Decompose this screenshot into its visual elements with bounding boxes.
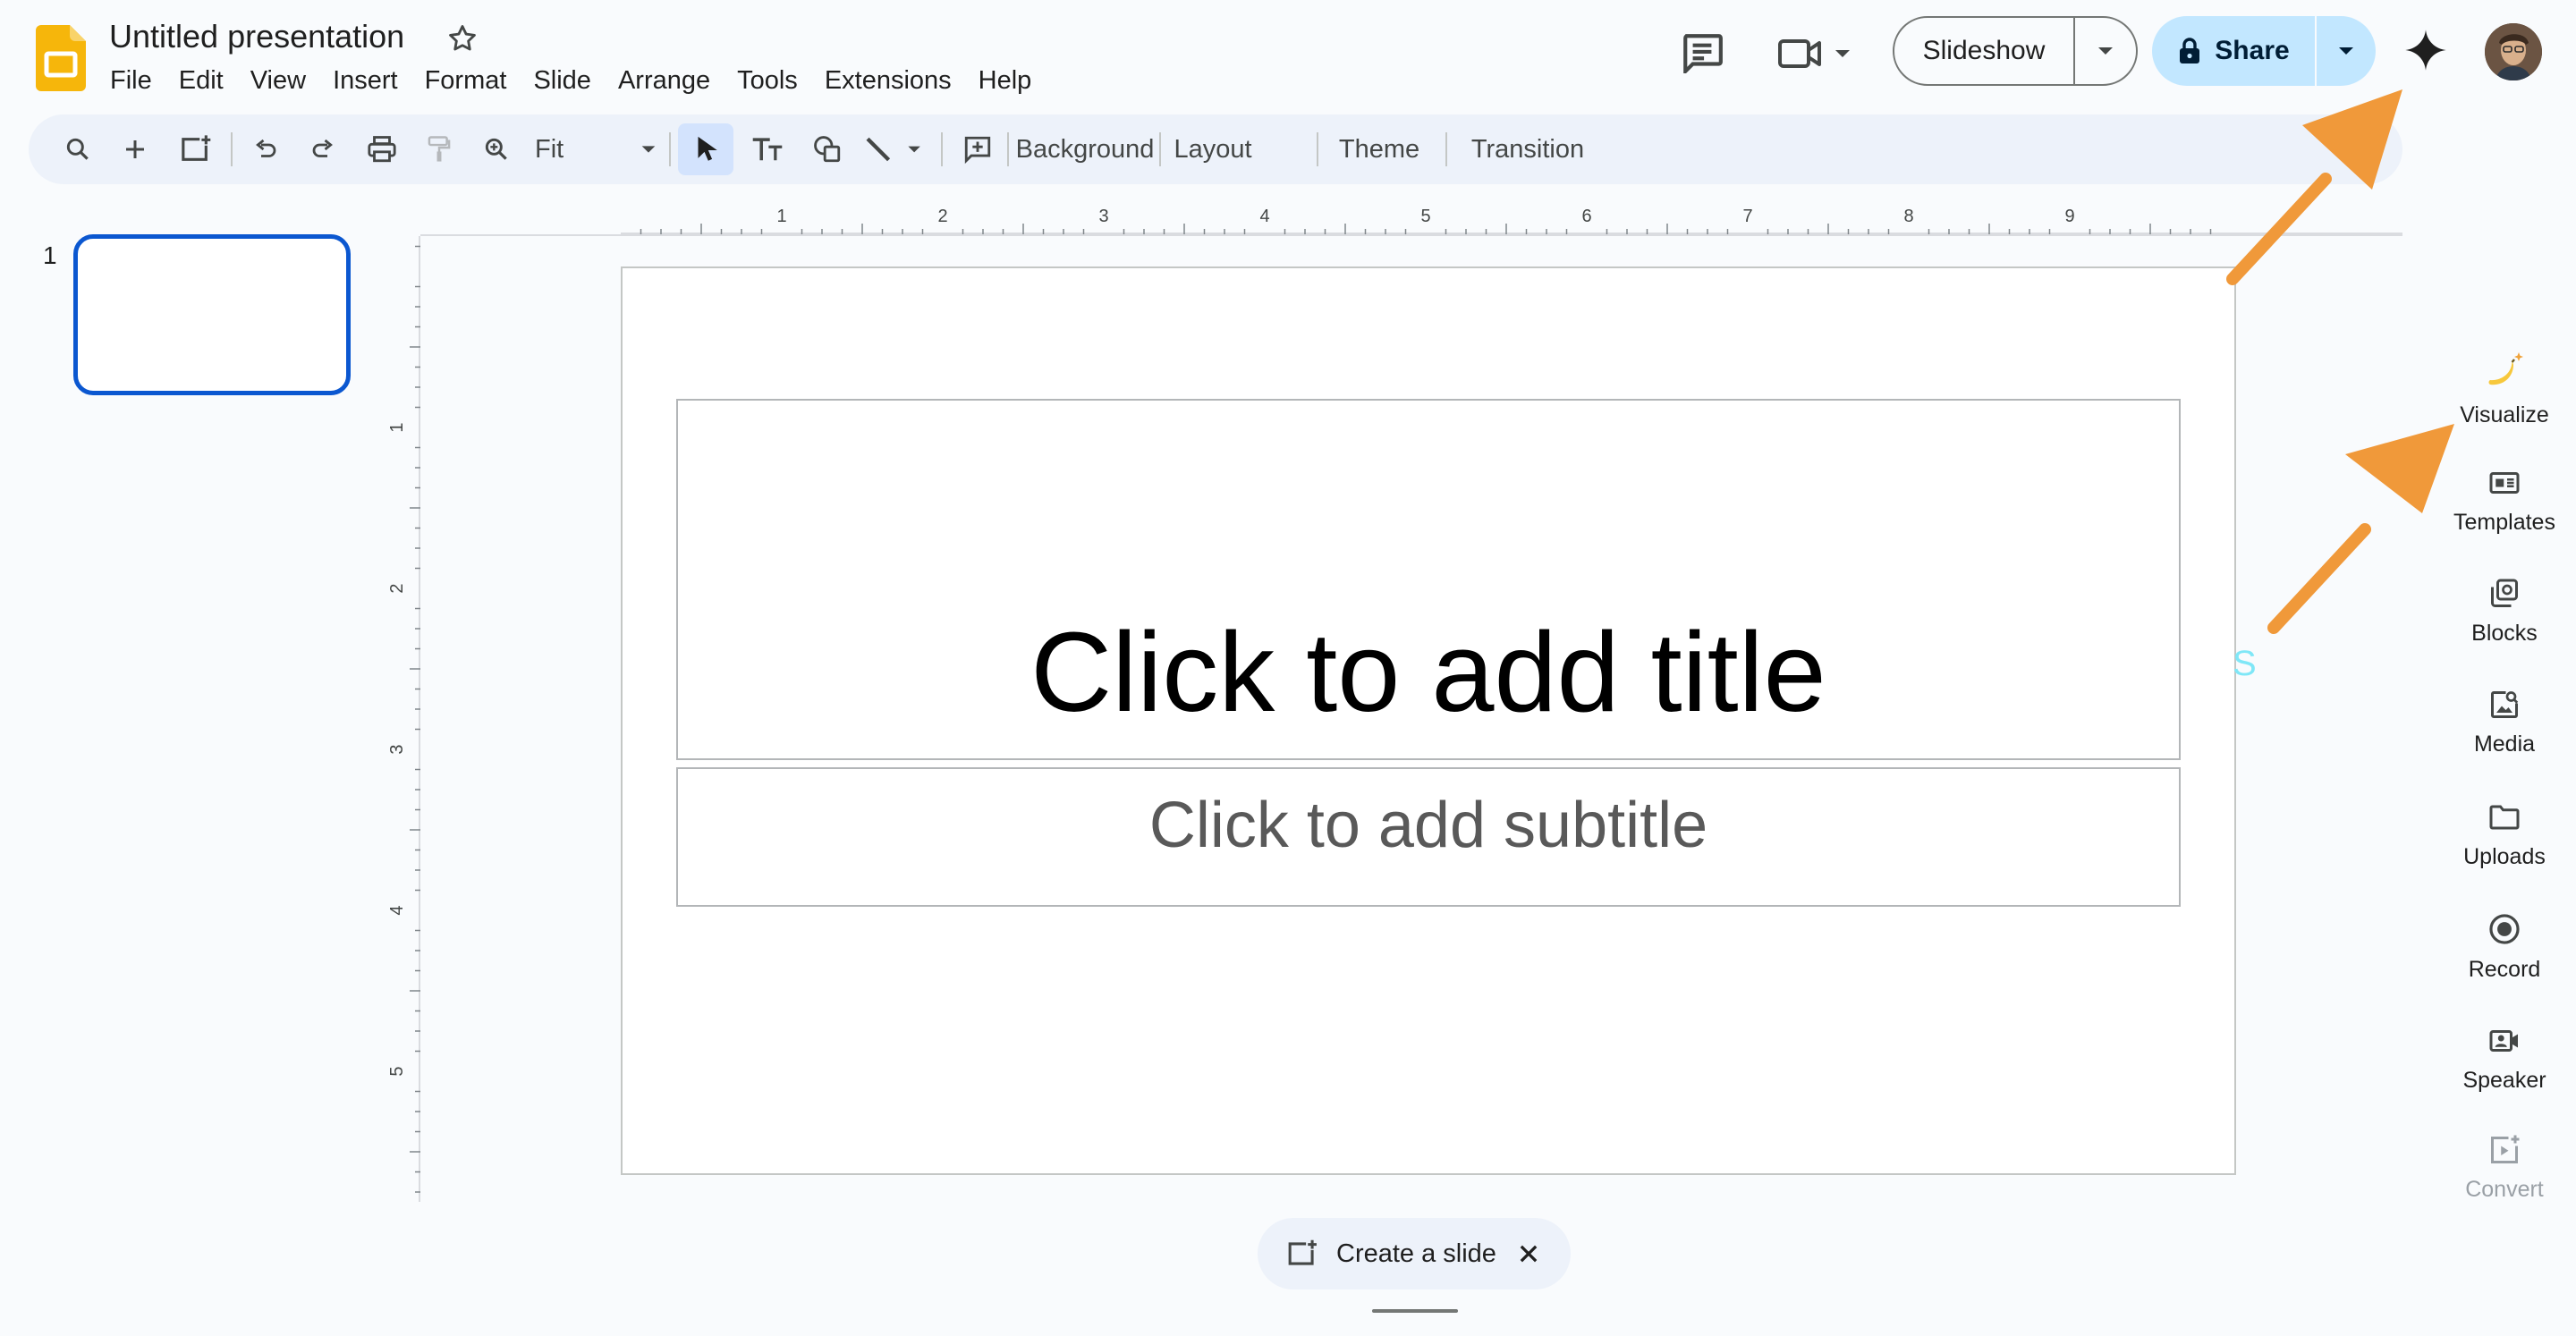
bottom-drag-handle[interactable] [1372, 1309, 1458, 1313]
side-templates[interactable]: Templates [2442, 467, 2567, 536]
ruler-baseline [420, 234, 2402, 236]
transition-button[interactable]: Transition [1460, 114, 1596, 184]
close-chip-button[interactable] [1516, 1241, 1541, 1266]
media-icon [2491, 691, 2519, 718]
gemini-sparkle-icon[interactable] [2402, 27, 2449, 73]
zoom-value: Fit [535, 134, 564, 164]
ruler-v-label: 2 [390, 583, 407, 593]
close-icon [1520, 1245, 1538, 1263]
menu-arrange[interactable]: Arrange [605, 63, 724, 98]
undo-icon[interactable] [243, 114, 288, 184]
speaker-camera-icon [2489, 1030, 2518, 1052]
title-placeholder[interactable]: Click to add title [676, 399, 2181, 760]
share-split-button: Share [2152, 16, 2376, 86]
star-icon[interactable] [445, 21, 479, 55]
ruler-v-label: 1 [390, 422, 407, 432]
ruler-h-label: 8 [1903, 207, 1913, 226]
layout-button[interactable]: Layout [1166, 114, 1259, 184]
menu-tools[interactable]: Tools [724, 63, 811, 98]
banana-sparkle-icon [2488, 352, 2523, 385]
menu-help[interactable]: Help [965, 63, 1046, 98]
menu-edit[interactable]: Edit [165, 63, 237, 98]
side-record[interactable]: Record [2442, 912, 2567, 983]
subtitle-placeholder-text: Click to add subtitle [1148, 790, 1708, 861]
background-button[interactable]: Background [1016, 114, 1155, 184]
text-box-icon[interactable] [742, 114, 792, 184]
side-visualize[interactable]: Visualize [2442, 349, 2567, 428]
ruler-h-label: 9 [2064, 207, 2074, 226]
new-slide-icon[interactable] [113, 114, 157, 184]
slideshow-split-button: Slideshow [1893, 16, 2138, 86]
select-cursor-icon[interactable] [682, 114, 730, 184]
create-slide-label: Create a slide [1336, 1239, 1496, 1268]
menu-bar: File Edit View Insert Format Slide Arran… [97, 63, 1045, 98]
arrow-to-visualize [2267, 424, 2454, 634]
ruler-h-label: 4 [1259, 207, 1269, 226]
ruler-h-label: 5 [1420, 207, 1430, 226]
ruler-h-label: 7 [1742, 207, 1752, 226]
shape-icon[interactable] [803, 114, 852, 184]
menu-file[interactable]: File [97, 63, 165, 98]
share-button[interactable]: Share [2152, 16, 2315, 86]
ruler-h-label: 6 [1581, 207, 1591, 226]
meet-button[interactable] [1776, 34, 1855, 73]
ruler-h-label: 3 [1098, 207, 1108, 226]
document-title[interactable]: Untitled presentation [109, 18, 404, 55]
zoom-select[interactable]: Fit [530, 114, 664, 184]
side-convert[interactable]: Convert [2442, 1134, 2567, 1203]
ruler-h-label: 1 [776, 207, 786, 226]
menu-insert[interactable]: Insert [319, 63, 411, 98]
new-slide-with-layout-icon[interactable] [172, 114, 220, 184]
side-uploads[interactable]: Uploads [2442, 801, 2567, 870]
redo-icon[interactable] [301, 114, 345, 184]
create-slide-icon [1288, 1239, 1317, 1265]
menu-slide[interactable]: Slide [520, 63, 605, 98]
menu-extensions[interactable]: Extensions [811, 63, 965, 98]
zoom-icon[interactable] [474, 114, 519, 184]
slide-thumbnail[interactable] [73, 234, 351, 395]
theme-button[interactable]: Theme [1327, 114, 1431, 184]
horizontal-ruler: 1 2 3 4 5 6 7 8 9 [621, 207, 2402, 234]
add-comment-icon[interactable] [953, 114, 1002, 184]
comments-icon[interactable] [1680, 32, 1724, 73]
video-camera-icon [1778, 39, 1850, 68]
lock-icon [2180, 38, 2200, 63]
ruler-v-label: 4 [390, 905, 407, 915]
templates-icon [2489, 472, 2520, 494]
menu-view[interactable]: View [237, 63, 319, 98]
line-icon[interactable] [860, 114, 941, 184]
paint-format-icon[interactable] [417, 114, 462, 184]
subtitle-placeholder[interactable]: Click to add subtitle [676, 767, 2181, 907]
collapse-toolbar-icon[interactable] [2333, 114, 2377, 184]
avatar[interactable] [2485, 23, 2542, 80]
side-blocks[interactable]: Blocks [2442, 578, 2567, 647]
side-media[interactable]: Media [2442, 689, 2567, 757]
toolbar: Fit Background Layout Theme Transition [29, 114, 2402, 184]
folder-icon [2489, 805, 2520, 830]
slide-number: 1 [43, 241, 57, 269]
ruler-v-label: 5 [390, 1066, 407, 1076]
title-placeholder-text: Click to add title [1030, 609, 1826, 735]
convert-icon [2491, 1135, 2520, 1163]
record-icon [2489, 914, 2520, 944]
ruler-v-label: 3 [390, 744, 407, 754]
create-slide-chip[interactable]: Create a slide [1258, 1218, 1571, 1289]
slides-logo[interactable] [36, 25, 86, 91]
print-icon[interactable] [360, 114, 404, 184]
blocks-icon [2491, 579, 2518, 607]
slideshow-options-button[interactable] [2075, 18, 2136, 84]
share-options-button[interactable] [2317, 16, 2376, 86]
slideshow-button[interactable]: Slideshow [1894, 36, 2073, 66]
ruler-h-label: 2 [937, 207, 947, 226]
side-speaker[interactable]: Speaker [2442, 1025, 2567, 1094]
caret-down-icon [2098, 47, 2113, 55]
caret-down-icon [2339, 47, 2353, 55]
vertical-ruler: 1 2 3 4 5 [390, 236, 420, 1202]
caret-down-icon [641, 146, 656, 153]
search-menus-icon[interactable] [55, 114, 100, 184]
slides-logo-icon [36, 25, 86, 91]
stray-character: S [2233, 644, 2257, 683]
menu-format[interactable]: Format [411, 63, 521, 98]
